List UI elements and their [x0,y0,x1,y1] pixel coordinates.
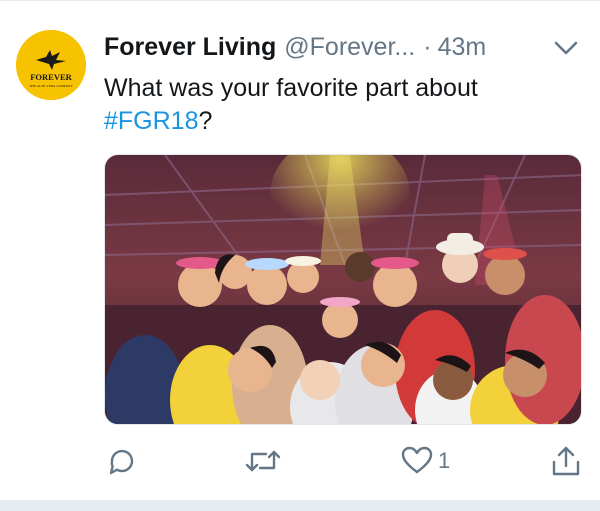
bottom-divider [0,500,600,511]
author-name[interactable]: Forever Living [104,33,276,62]
tweet-text-end: ? [198,107,213,135]
share-button[interactable] [550,443,582,479]
like-button[interactable]: 1 [400,443,450,479]
hashtag-link[interactable]: #FGR18 [104,107,198,135]
share-icon [552,446,580,476]
separator-dot: · [423,32,432,61]
chevron-down-icon [554,41,578,55]
reply-icon [109,449,134,475]
tweet-text: What was your favorite part about #FGR18… [104,72,574,138]
avatar[interactable]: FOREVER THE ALOE VERA COMPANY [16,30,86,100]
reply-button[interactable] [104,443,138,479]
author-handle[interactable]: @Forever... [284,33,415,62]
tweet-menu-button[interactable] [552,34,580,62]
like-count: 1 [438,448,451,473]
logo-text: FOREVER [30,72,72,82]
timestamp[interactable]: 43m [438,33,487,62]
retweet-button[interactable] [244,443,282,479]
tweet-photo[interactable] [104,154,582,425]
tweet-header: Forever Living @Forever... · 43m [104,30,486,64]
heart-icon [401,446,433,474]
forever-living-logo: FOREVER THE ALOE VERA COMPANY [16,30,86,100]
top-divider [0,0,600,1]
retweet-icon [245,450,281,472]
group-photo [105,155,581,424]
tweet-text-body: What was your favorite part about [104,74,478,102]
tweet-actions: 1 [104,443,582,479]
logo-subtext: THE ALOE VERA COMPANY [29,84,73,88]
